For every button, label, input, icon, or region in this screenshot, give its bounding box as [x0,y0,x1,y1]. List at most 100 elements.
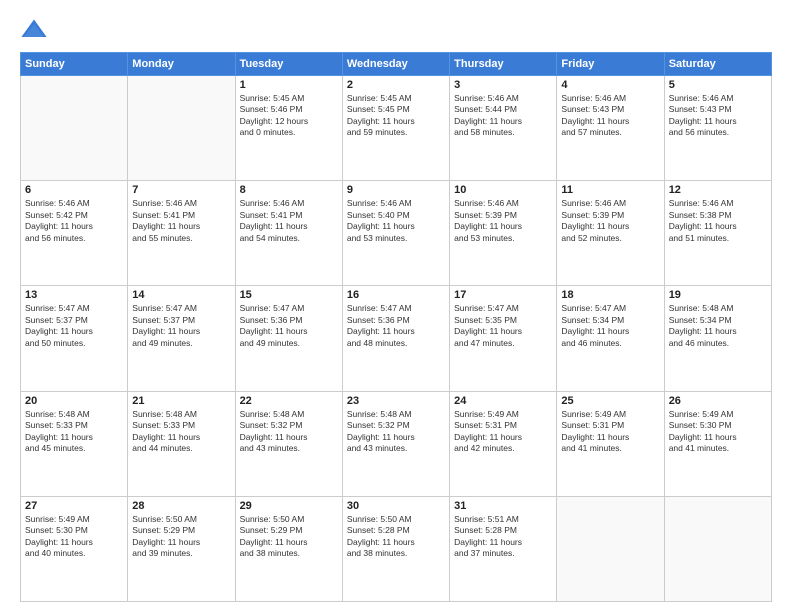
calendar-cell: 22 Sunrise: 5:48 AM Sunset: 5:32 PM Dayli… [235,391,342,496]
week-row-3: 20 Sunrise: 5:48 AM Sunset: 5:33 PM Dayli… [21,391,772,496]
calendar-cell [128,76,235,181]
calendar-table: SundayMondayTuesdayWednesdayThursdayFrid… [20,52,772,602]
day-number: 16 [347,289,445,301]
day-detail: Sunrise: 5:46 AM Sunset: 5:39 PM Dayligh… [454,198,552,244]
day-detail: Sunrise: 5:46 AM Sunset: 5:43 PM Dayligh… [669,93,767,139]
weekday-header-tuesday: Tuesday [235,53,342,76]
day-number: 19 [669,289,767,301]
day-number: 24 [454,395,552,407]
calendar-cell: 26 Sunrise: 5:49 AM Sunset: 5:30 PM Dayli… [664,391,771,496]
calendar-cell: 13 Sunrise: 5:47 AM Sunset: 5:37 PM Dayli… [21,286,128,391]
week-row-4: 27 Sunrise: 5:49 AM Sunset: 5:30 PM Dayli… [21,496,772,601]
day-number: 22 [240,395,338,407]
weekday-header-saturday: Saturday [664,53,771,76]
day-number: 17 [454,289,552,301]
day-number: 6 [25,184,123,196]
day-detail: Sunrise: 5:46 AM Sunset: 5:41 PM Dayligh… [132,198,230,244]
day-detail: Sunrise: 5:47 AM Sunset: 5:37 PM Dayligh… [132,303,230,349]
day-detail: Sunrise: 5:46 AM Sunset: 5:44 PM Dayligh… [454,93,552,139]
day-number: 14 [132,289,230,301]
day-detail: Sunrise: 5:47 AM Sunset: 5:36 PM Dayligh… [347,303,445,349]
calendar-cell: 6 Sunrise: 5:46 AM Sunset: 5:42 PM Daylig… [21,181,128,286]
calendar-cell: 8 Sunrise: 5:46 AM Sunset: 5:41 PM Daylig… [235,181,342,286]
day-detail: Sunrise: 5:45 AM Sunset: 5:45 PM Dayligh… [347,93,445,139]
calendar-cell: 20 Sunrise: 5:48 AM Sunset: 5:33 PM Dayli… [21,391,128,496]
day-detail: Sunrise: 5:47 AM Sunset: 5:37 PM Dayligh… [25,303,123,349]
calendar-cell: 18Sunrise: 5:47 AM Sunset: 5:34 PM Dayli… [557,286,664,391]
calendar-cell: 12 Sunrise: 5:46 AM Sunset: 5:38 PM Dayli… [664,181,771,286]
calendar-cell: 19Sunrise: 5:48 AM Sunset: 5:34 PM Dayli… [664,286,771,391]
day-detail: Sunrise: 5:48 AM Sunset: 5:33 PM Dayligh… [132,409,230,455]
day-detail: Sunrise: 5:49 AM Sunset: 5:31 PM Dayligh… [561,409,659,455]
day-number: 4 [561,79,659,91]
day-number: 12 [669,184,767,196]
day-number: 5 [669,79,767,91]
weekday-header-friday: Friday [557,53,664,76]
day-number: 3 [454,79,552,91]
calendar-cell: 10 Sunrise: 5:46 AM Sunset: 5:39 PM Dayli… [450,181,557,286]
day-detail: Sunrise: 5:46 AM Sunset: 5:38 PM Dayligh… [669,198,767,244]
day-number: 7 [132,184,230,196]
day-number: 21 [132,395,230,407]
day-number: 31 [454,500,552,512]
calendar-cell: 17 Sunrise: 5:47 AM Sunset: 5:35 PM Dayli… [450,286,557,391]
day-number: 23 [347,395,445,407]
day-number: 20 [25,395,123,407]
day-number: 2 [347,79,445,91]
calendar-cell: 14 Sunrise: 5:47 AM Sunset: 5:37 PM Dayli… [128,286,235,391]
calendar-cell: 1Sunrise: 5:45 AM Sunset: 5:46 PM Daylig… [235,76,342,181]
weekday-header-sunday: Sunday [21,53,128,76]
calendar-cell [664,496,771,601]
weekday-header-thursday: Thursday [450,53,557,76]
day-detail: Sunrise: 5:47 AM Sunset: 5:36 PM Dayligh… [240,303,338,349]
calendar-cell: 16 Sunrise: 5:47 AM Sunset: 5:36 PM Dayli… [342,286,449,391]
day-detail: Sunrise: 5:51 AM Sunset: 5:28 PM Dayligh… [454,514,552,560]
day-detail: Sunrise: 5:49 AM Sunset: 5:31 PM Dayligh… [454,409,552,455]
calendar-cell: 28Sunrise: 5:50 AM Sunset: 5:29 PM Dayli… [128,496,235,601]
page: SundayMondayTuesdayWednesdayThursdayFrid… [0,0,792,612]
day-detail: Sunrise: 5:47 AM Sunset: 5:35 PM Dayligh… [454,303,552,349]
day-number: 27 [25,500,123,512]
calendar-cell: 2 Sunrise: 5:45 AM Sunset: 5:45 PM Daylig… [342,76,449,181]
day-detail: Sunrise: 5:48 AM Sunset: 5:33 PM Dayligh… [25,409,123,455]
day-detail: Sunrise: 5:46 AM Sunset: 5:42 PM Dayligh… [25,198,123,244]
day-number: 13 [25,289,123,301]
day-number: 30 [347,500,445,512]
calendar-cell: 21 Sunrise: 5:48 AM Sunset: 5:33 PM Dayli… [128,391,235,496]
day-detail: Sunrise: 5:50 AM Sunset: 5:29 PM Dayligh… [240,514,338,560]
weekday-header-monday: Monday [128,53,235,76]
calendar-cell: 9Sunrise: 5:46 AM Sunset: 5:40 PM Daylig… [342,181,449,286]
day-number: 29 [240,500,338,512]
day-detail: Sunrise: 5:45 AM Sunset: 5:46 PM Dayligh… [240,93,338,139]
weekday-header-wednesday: Wednesday [342,53,449,76]
calendar-cell: 25 Sunrise: 5:49 AM Sunset: 5:31 PM Dayli… [557,391,664,496]
calendar-cell: 11 Sunrise: 5:46 AM Sunset: 5:39 PM Dayli… [557,181,664,286]
day-number: 18 [561,289,659,301]
calendar-cell: 27 Sunrise: 5:49 AM Sunset: 5:30 PM Dayli… [21,496,128,601]
calendar-cell: 4 Sunrise: 5:46 AM Sunset: 5:43 PM Daylig… [557,76,664,181]
header [20,16,772,44]
day-number: 8 [240,184,338,196]
day-detail: Sunrise: 5:48 AM Sunset: 5:32 PM Dayligh… [240,409,338,455]
day-detail: Sunrise: 5:50 AM Sunset: 5:29 PM Dayligh… [132,514,230,560]
week-row-2: 13 Sunrise: 5:47 AM Sunset: 5:37 PM Dayli… [21,286,772,391]
day-detail: Sunrise: 5:49 AM Sunset: 5:30 PM Dayligh… [669,409,767,455]
weekday-header-row: SundayMondayTuesdayWednesdayThursdayFrid… [21,53,772,76]
day-number: 10 [454,184,552,196]
day-number: 11 [561,184,659,196]
day-number: 26 [669,395,767,407]
day-number: 9 [347,184,445,196]
day-number: 25 [561,395,659,407]
day-detail: Sunrise: 5:46 AM Sunset: 5:39 PM Dayligh… [561,198,659,244]
calendar-cell [21,76,128,181]
day-detail: Sunrise: 5:50 AM Sunset: 5:28 PM Dayligh… [347,514,445,560]
calendar-cell: 5 Sunrise: 5:46 AM Sunset: 5:43 PM Daylig… [664,76,771,181]
day-number: 15 [240,289,338,301]
day-detail: Sunrise: 5:46 AM Sunset: 5:43 PM Dayligh… [561,93,659,139]
day-detail: Sunrise: 5:46 AM Sunset: 5:41 PM Dayligh… [240,198,338,244]
calendar-cell: 24 Sunrise: 5:49 AM Sunset: 5:31 PM Dayli… [450,391,557,496]
day-detail: Sunrise: 5:49 AM Sunset: 5:30 PM Dayligh… [25,514,123,560]
calendar-cell: 31 Sunrise: 5:51 AM Sunset: 5:28 PM Dayli… [450,496,557,601]
calendar-cell: 3 Sunrise: 5:46 AM Sunset: 5:44 PM Daylig… [450,76,557,181]
week-row-0: 1Sunrise: 5:45 AM Sunset: 5:46 PM Daylig… [21,76,772,181]
